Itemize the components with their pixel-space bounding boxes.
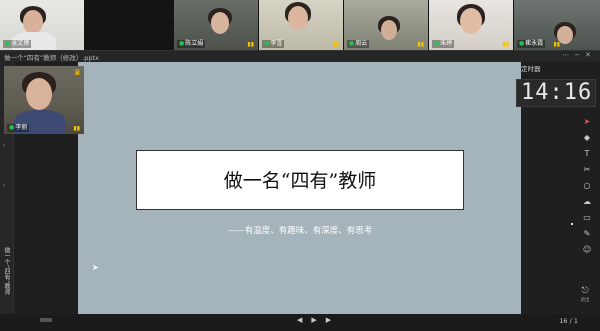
scissors-icon[interactable]: ✂ bbox=[580, 164, 594, 176]
bottom-bar: ◀▶▶ 16 / 1 bbox=[0, 314, 600, 331]
close-icon[interactable]: ✕ bbox=[585, 51, 596, 59]
participant-name: ●李雪 bbox=[262, 40, 285, 48]
microphone-icon: ● bbox=[179, 40, 185, 47]
timer-label: 定时器 bbox=[521, 65, 541, 73]
shape-icon[interactable]: ○ bbox=[580, 180, 594, 192]
annotation-toolbar: ➤ ◆ T ✂ ○ ☁ ▭ ✎ ☺ bbox=[577, 112, 597, 312]
signal-icon: ▮▮ bbox=[332, 41, 339, 48]
title-bar: 做一个“四有”教师（修改）.pptx bbox=[0, 50, 600, 62]
timer-digits: 14:16 bbox=[521, 80, 593, 105]
exit-icon: ⎋ bbox=[581, 286, 589, 296]
prev-slide-icon[interactable]: ◀ bbox=[297, 316, 311, 324]
pointer-icon[interactable]: ➤ bbox=[580, 116, 594, 128]
cloud-icon[interactable]: ☁ bbox=[580, 196, 594, 208]
mouse-cursor-icon: ➤ bbox=[92, 263, 99, 272]
participant-name: ●周云 bbox=[347, 40, 370, 48]
signal-icon: ▮▮ bbox=[73, 125, 80, 132]
slide-dot bbox=[571, 223, 573, 225]
collapse-arrow-icon[interactable]: ‹ bbox=[3, 142, 5, 149]
eraser-icon[interactable]: ◆ bbox=[580, 132, 594, 144]
participant-tile[interactable]: ●周云 ▮▮ bbox=[344, 0, 428, 50]
host-crown-icon: ♛ bbox=[73, 68, 81, 77]
microphone-icon: ● bbox=[434, 40, 440, 47]
minimize-icon[interactable]: − bbox=[574, 51, 585, 59]
self-name: ●李丽 bbox=[7, 124, 30, 132]
note-icon[interactable]: ✎ bbox=[580, 228, 594, 240]
whiteboard-icon[interactable]: ▭ bbox=[580, 212, 594, 224]
slide-subtitle: ——有温度、有趣味、有深度、有思考 bbox=[227, 226, 373, 236]
signal-icon: ▮▮ bbox=[502, 41, 509, 48]
participant-name: ●朱婷 bbox=[432, 40, 455, 48]
exit-annotation-button[interactable]: ⎋ 退出 bbox=[575, 286, 595, 310]
pin-icon[interactable]: ⋯ bbox=[562, 51, 574, 59]
slide-title: 做一名“四有”教师 bbox=[223, 170, 377, 192]
thumbnail-strip[interactable] bbox=[40, 318, 52, 322]
play-icon[interactable]: ▶ bbox=[311, 316, 325, 324]
participant-tile[interactable]: ●陈立娟 ▮▮ bbox=[174, 0, 258, 50]
text-tool-icon[interactable]: T bbox=[580, 148, 594, 160]
exit-label: 退出 bbox=[580, 298, 590, 303]
participant-tile[interactable]: ●张文博 bbox=[0, 0, 84, 50]
window-controls[interactable]: ⋯−✕ bbox=[562, 51, 596, 59]
expand-arrow-icon[interactable]: › bbox=[3, 182, 5, 189]
signal-icon: ▮▮ bbox=[553, 41, 560, 48]
microphone-icon: ● bbox=[264, 40, 270, 47]
self-video-tile[interactable]: ♛ ●李丽 ▮▮ bbox=[4, 66, 84, 134]
document-tab-label[interactable]: 做一个“四有”教师 bbox=[2, 247, 11, 295]
participant-name: ●张文博 bbox=[3, 40, 32, 48]
participant-tile[interactable]: ●朱婷 ▮▮ bbox=[429, 0, 513, 50]
signal-icon: ▮▮ bbox=[247, 41, 254, 48]
participant-tile[interactable]: ●崔永霞 ▮▮ bbox=[514, 0, 600, 50]
user-icon[interactable]: ☺ bbox=[580, 244, 594, 256]
presentation-slide: 做一名“四有”教师 ——有温度、有趣味、有深度、有思考 bbox=[78, 62, 573, 314]
microphone-icon: ● bbox=[349, 40, 355, 47]
slide-number: 16 / 1 bbox=[559, 317, 578, 325]
participant-name: ●崔永霞 bbox=[517, 40, 546, 48]
microphone-icon: ● bbox=[519, 40, 525, 47]
next-slide-icon[interactable]: ▶ bbox=[326, 316, 340, 324]
slide-pager: ◀▶▶ bbox=[297, 316, 340, 324]
countdown-timer[interactable]: 14:16 bbox=[516, 79, 596, 107]
document-title: 做一个“四有”教师（修改）.pptx bbox=[4, 54, 99, 62]
microphone-icon: ● bbox=[5, 40, 11, 47]
signal-icon: ▮▮ bbox=[417, 41, 424, 48]
participant-tile[interactable]: ●李雪 ▮▮ bbox=[259, 0, 343, 50]
meeting-window: ●张文博 ●陈立娟 ▮▮ ●李雪 ▮▮ ●周云 ▮▮ ●朱婷 ▮▮ ●崔永霞 ▮… bbox=[0, 0, 600, 331]
participant-video-strip: ●张文博 ●陈立娟 ▮▮ ●李雪 ▮▮ ●周云 ▮▮ ●朱婷 ▮▮ ●崔永霞 ▮… bbox=[0, 0, 600, 50]
microphone-icon: ● bbox=[9, 124, 15, 131]
slide-title-box: 做一名“四有”教师 bbox=[136, 150, 464, 210]
participant-name: ●陈立娟 bbox=[177, 40, 206, 48]
